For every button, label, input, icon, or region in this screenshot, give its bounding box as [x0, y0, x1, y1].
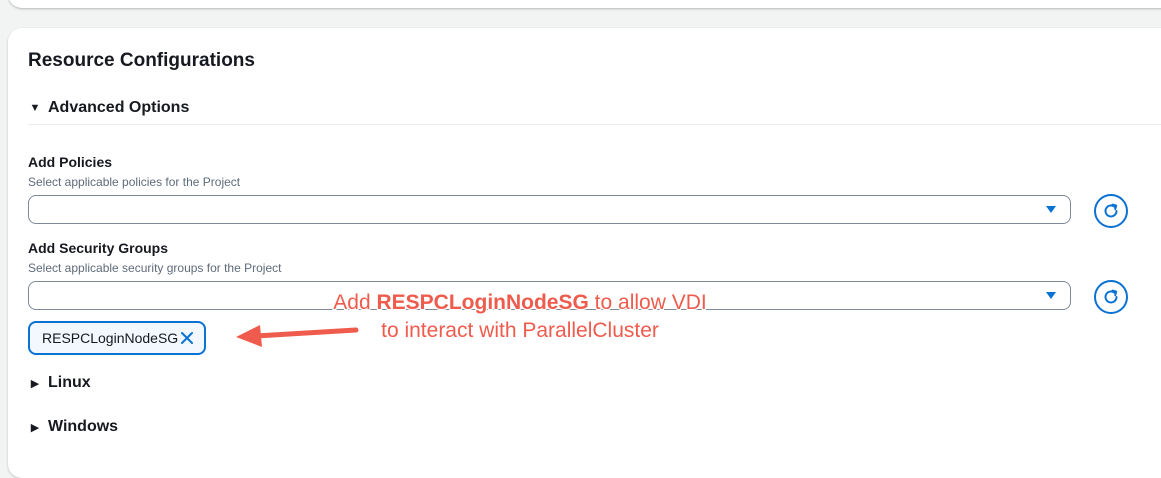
token-label: RESPCLoginNodeSG — [42, 330, 179, 346]
caret-right-icon: ▶ — [30, 421, 40, 434]
refresh-icon — [1104, 289, 1118, 304]
security-groups-description: Select applicable security groups for th… — [28, 261, 282, 275]
windows-section-label: Windows — [48, 418, 119, 435]
card-title: Resource Configurations — [28, 50, 255, 71]
annotation-suffix: to allow VDI — [588, 291, 707, 314]
caret-down-icon — [1046, 292, 1056, 299]
caret-down-icon — [1046, 206, 1056, 213]
security-groups-refresh-button[interactable] — [1094, 280, 1128, 314]
policies-select[interactable] — [28, 195, 1071, 224]
policies-refresh-button[interactable] — [1094, 194, 1128, 228]
refresh-icon — [1104, 203, 1118, 218]
previous-card — [8, 0, 1161, 8]
caret-right-icon: ▶ — [30, 377, 40, 390]
annotation-highlight: RESPCLoginNodeSG — [376, 291, 589, 314]
advanced-options-toggle[interactable]: ▼ Advanced Options — [28, 99, 190, 117]
windows-section-toggle[interactable]: ▶ Windows — [28, 418, 118, 436]
policies-description: Select applicable policies for the Proje… — [28, 175, 241, 189]
token-remove-button[interactable] — [180, 331, 194, 348]
security-group-token: RESPCLoginNodeSG — [28, 321, 206, 355]
resource-configurations-card — [8, 28, 1161, 478]
close-icon — [181, 332, 193, 344]
annotation-text: Add RESPCLoginNodeSG to allow VDI to int… — [230, 289, 810, 345]
policies-label: Add Policies — [28, 154, 113, 170]
advanced-options-label: Advanced Options — [48, 99, 190, 116]
linux-section-toggle[interactable]: ▶ Linux — [28, 374, 91, 392]
annotation-prefix: Add — [333, 291, 377, 314]
security-groups-label: Add Security Groups — [28, 240, 169, 256]
annotation-line2: to interact with ParallelCluster — [381, 319, 659, 342]
section-divider — [28, 124, 1161, 125]
linux-section-label: Linux — [48, 374, 91, 391]
caret-down-icon: ▼ — [29, 102, 41, 114]
